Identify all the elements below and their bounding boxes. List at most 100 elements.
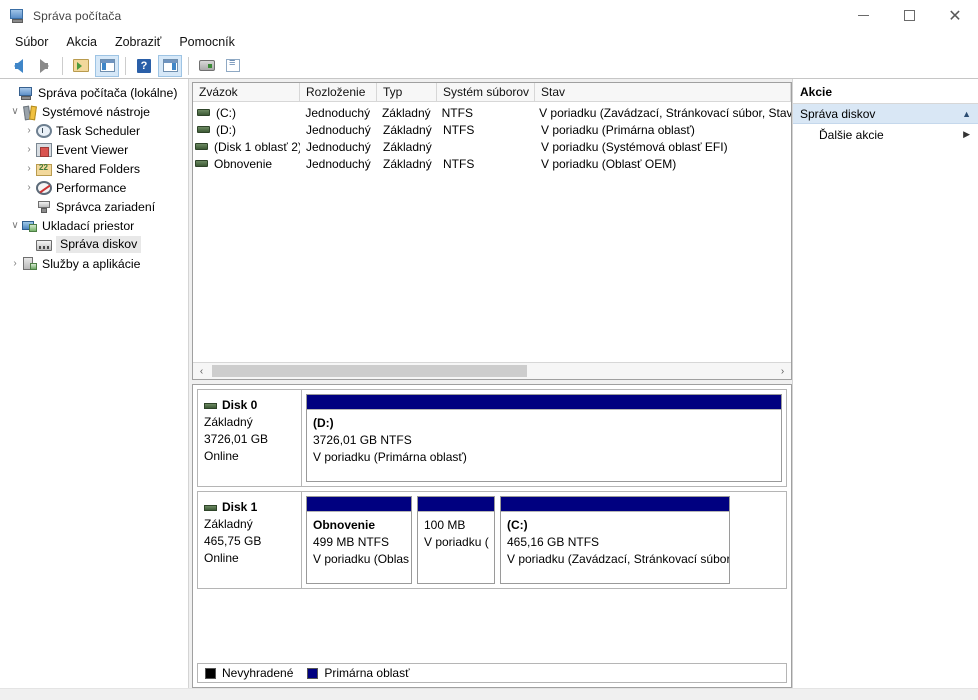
help-icon: ? <box>137 58 151 73</box>
disk-size: 3726,01 GB <box>204 432 269 446</box>
volume-list: Zvázok Rozloženie Typ Systém súborov Sta… <box>192 82 792 380</box>
column-header-status[interactable]: Stav <box>535 83 791 101</box>
partition-recovery[interactable]: Obnovenie 499 MB NTFS V poriadku (Oblas <box>306 496 412 584</box>
storage-device-icon <box>199 60 215 71</box>
console-tree-pane: Správa počítača (lokálne) ∨ Systémové ná… <box>0 79 189 688</box>
action-item-more-actions[interactable]: Ďalšie akcie ▶ <box>793 124 978 145</box>
tree-expander <box>22 238 36 252</box>
disk-size: 465,75 GB <box>204 534 262 548</box>
partition-efi[interactable]: 100 MB V poriadku ( <box>417 496 495 584</box>
show-action-pane-icon <box>162 59 178 72</box>
tree-item-task-scheduler[interactable]: › Task Scheduler <box>0 121 188 140</box>
tree-expander[interactable]: › <box>22 181 36 195</box>
storage-device-button[interactable] <box>195 55 219 77</box>
actions-pane: Akcie Správa diskov ▲ Ďalšie akcie ▶ <box>792 79 978 688</box>
computer-management-icon <box>9 8 25 24</box>
drive-icon <box>195 160 208 167</box>
toolbar-separator <box>62 56 63 75</box>
disk-row-disk1[interactable]: Disk 1 Základný 465,75 GB Online Obnoven… <box>197 491 787 589</box>
tree-item-event-viewer[interactable]: › Event Viewer <box>0 140 188 159</box>
tree-item-label: Event Viewer <box>56 142 129 157</box>
tree-item-label: Správca zariadení <box>56 199 156 214</box>
cell-type: Základný <box>383 122 432 137</box>
tree-expander[interactable]: ∨ <box>8 105 22 119</box>
disk-info-disk1[interactable]: Disk 1 Základný 465,75 GB Online <box>198 492 302 588</box>
scroll-right-icon[interactable]: › <box>774 363 791 379</box>
tree-item-device-manager[interactable]: Správca zariadení <box>0 197 188 216</box>
performance-icon <box>36 181 52 195</box>
up-folder-button[interactable] <box>69 55 93 77</box>
close-button[interactable]: ✕ <box>932 0 978 31</box>
table-row[interactable]: (C:) Jednoduchý Základný NTFS V poriadku… <box>193 104 791 121</box>
tree-expander[interactable]: › <box>8 257 22 271</box>
scrollbar-thumb[interactable] <box>212 365 527 377</box>
disk-info-disk0[interactable]: Disk 0 Základný 3726,01 GB Online <box>198 390 302 486</box>
chevron-up-icon[interactable]: ▲ <box>962 109 971 119</box>
cell-volume-label: (D:) <box>216 122 236 137</box>
tree-item-performance[interactable]: › Performance <box>0 178 188 197</box>
cell-volume-label: (C:) <box>216 105 236 120</box>
tree-item-computer-management[interactable]: Správa počítača (lokálne) <box>0 83 188 102</box>
show-action-pane-button[interactable] <box>158 54 182 77</box>
menu-item-file[interactable]: Súbor <box>6 33 57 51</box>
disk-management-icon <box>36 240 52 251</box>
chevron-right-icon[interactable]: ▶ <box>963 129 970 140</box>
toolbar-separator-3 <box>188 56 189 75</box>
tree-item-storage[interactable]: ∨ Ukladací priestor <box>0 216 188 235</box>
back-button[interactable] <box>6 55 30 77</box>
tree-expander[interactable] <box>4 86 18 100</box>
tools-icon <box>22 104 38 120</box>
clock-icon <box>36 124 52 138</box>
scrollbar-track[interactable] <box>210 363 774 379</box>
partition-status: V poriadku ( <box>424 535 489 549</box>
tree-item-services-and-applications[interactable]: › Služby a aplikácie <box>0 254 188 273</box>
forward-button[interactable] <box>32 55 56 77</box>
cell-volume: (C:) <box>193 106 299 120</box>
minimize-button[interactable] <box>840 0 886 31</box>
event-viewer-icon <box>36 143 52 157</box>
tree-expander[interactable]: › <box>22 162 36 176</box>
show-console-tree-button[interactable] <box>95 54 119 77</box>
legend-swatch-primary <box>307 667 319 679</box>
column-header-layout[interactable]: Rozloženie <box>300 83 377 101</box>
drive-icon <box>197 126 210 133</box>
cell-volume: Obnovenie <box>193 157 300 171</box>
cell-type: Základný <box>381 105 431 120</box>
partition-c[interactable]: (C:) 465,16 GB NTFS V poriadku (Zavádzac… <box>500 496 730 584</box>
disk-legend: Nevyhradené Primárna oblasť <box>197 663 787 683</box>
disk-name: Disk 0 <box>222 398 258 412</box>
title-bar: Správa počítača ✕ <box>0 0 978 31</box>
disk-row-disk0[interactable]: Disk 0 Základný 3726,01 GB Online (D:) 3… <box>197 389 787 487</box>
cell-layout: Jednoduchý <box>306 156 371 171</box>
menu-item-action[interactable]: Akcia <box>57 33 106 51</box>
partition-title: (C:) <box>507 518 528 532</box>
computer-icon <box>18 85 34 101</box>
partition-size: 100 MB <box>424 518 466 532</box>
maximize-button[interactable] <box>886 0 932 31</box>
scroll-left-icon[interactable]: ‹ <box>193 363 210 379</box>
help-button[interactable]: ? <box>132 55 156 77</box>
table-row[interactable]: (D:) Jednoduchý Základný NTFS V poriadku… <box>193 121 791 138</box>
partition-capacity-bar <box>501 497 729 512</box>
menu-item-help[interactable]: Pomocník <box>170 33 244 51</box>
properties-list-button[interactable] <box>221 55 245 77</box>
tree-item-shared-folders[interactable]: › Shared Folders <box>0 159 188 178</box>
column-header-type[interactable]: Typ <box>377 83 437 101</box>
horizontal-scrollbar[interactable]: ‹ › <box>193 362 791 379</box>
column-header-volume[interactable]: Zvázok <box>193 83 300 101</box>
partition-title: (D:) <box>313 416 334 430</box>
table-row[interactable]: Obnovenie Jednoduchý Základný NTFS V por… <box>193 155 791 172</box>
partition-capacity-bar <box>307 395 781 410</box>
tree-expander[interactable]: › <box>22 124 36 138</box>
tree-item-label: Shared Folders <box>56 161 141 176</box>
column-header-filesystem[interactable]: Systém súborov <box>437 83 535 101</box>
actions-section-disk-management[interactable]: Správa diskov ▲ <box>793 104 978 124</box>
menu-item-view[interactable]: Zobraziť <box>106 33 170 51</box>
tree-expander[interactable]: › <box>22 143 36 157</box>
tree-expander[interactable]: ∨ <box>8 219 22 233</box>
tree-item-system-tools[interactable]: ∨ Systémové nástroje <box>0 102 188 121</box>
partition-d[interactable]: (D:) 3726,01 GB NTFS V poriadku (Primárn… <box>306 394 782 482</box>
tree-item-disk-management[interactable]: Správa diskov <box>0 235 188 254</box>
cell-volume: (Disk 1 oblasť 2) <box>193 140 300 154</box>
table-row[interactable]: (Disk 1 oblasť 2) Jednoduchý Základný V … <box>193 138 791 155</box>
